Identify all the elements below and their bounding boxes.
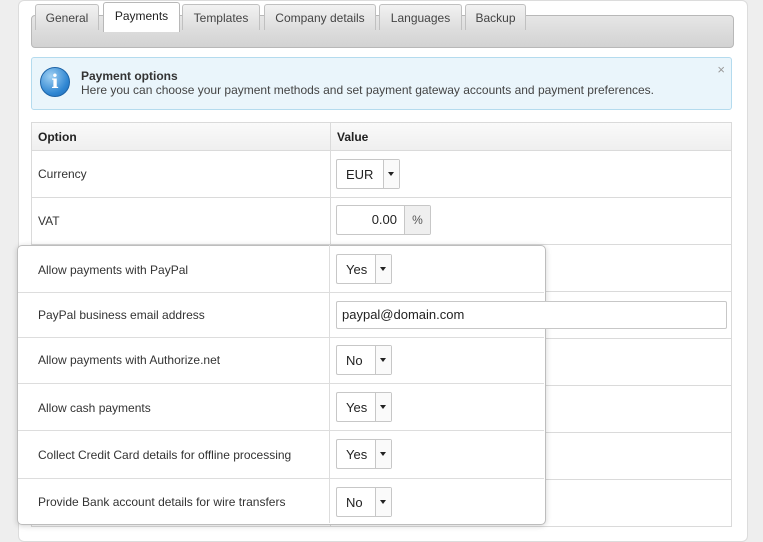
tab-templates[interactable]: Templates <box>182 4 260 30</box>
value-column-header: Value <box>337 130 369 144</box>
tab-general[interactable]: General <box>35 4 99 30</box>
paypal-allow-select[interactable]: Yes <box>336 254 392 284</box>
payment-options-popup <box>17 245 546 525</box>
chevron-down-icon <box>380 405 386 409</box>
currency-select[interactable]: EUR <box>336 159 400 189</box>
tab-company-details[interactable]: Company details <box>264 4 376 30</box>
vat-unit: % <box>404 206 430 234</box>
chevron-down-icon <box>380 500 386 504</box>
chevron-down-icon <box>380 267 386 271</box>
chevron-down-icon <box>388 172 394 176</box>
paypal-allow-label: Allow payments with PayPal <box>38 263 189 277</box>
option-column-header: Option <box>38 130 77 144</box>
authorize-net-label: Allow payments with Authorize.net <box>38 353 221 367</box>
authorize-net-select[interactable]: No <box>336 345 392 375</box>
vat-value: 0.00 <box>371 212 397 227</box>
table-header: Option Value <box>31 122 732 151</box>
info-box: i Payment options Here you can choose yo… <box>31 57 732 110</box>
paypal-email-field[interactable]: paypal@domain.com <box>336 301 727 329</box>
tab-languages[interactable]: Languages <box>379 4 462 30</box>
currency-value: EUR <box>346 167 374 182</box>
cash-payments-select[interactable]: Yes <box>336 392 392 422</box>
chevron-down-icon <box>380 452 386 456</box>
tab-backup[interactable]: Backup <box>465 4 526 30</box>
info-title: Payment options <box>81 69 178 83</box>
credit-card-offline-select[interactable]: Yes <box>336 439 392 469</box>
credit-card-offline-label: Collect Credit Card details for offline … <box>38 448 292 462</box>
currency-label: Currency <box>38 167 87 181</box>
close-icon[interactable]: × <box>717 62 725 77</box>
bank-details-label: Provide Bank account details for wire tr… <box>38 495 286 509</box>
vat-label: VAT <box>38 214 60 228</box>
paypal-email-label: PayPal business email address <box>38 308 205 322</box>
vat-input[interactable]: 0.00 % <box>336 205 431 235</box>
bank-details-select[interactable]: No <box>336 487 392 517</box>
info-description: Here you can choose your payment methods… <box>81 83 654 97</box>
tab-payments[interactable]: Payments <box>103 2 180 32</box>
info-icon: i <box>40 67 70 97</box>
chevron-down-icon <box>380 358 386 362</box>
cash-payments-label: Allow cash payments <box>38 401 151 415</box>
